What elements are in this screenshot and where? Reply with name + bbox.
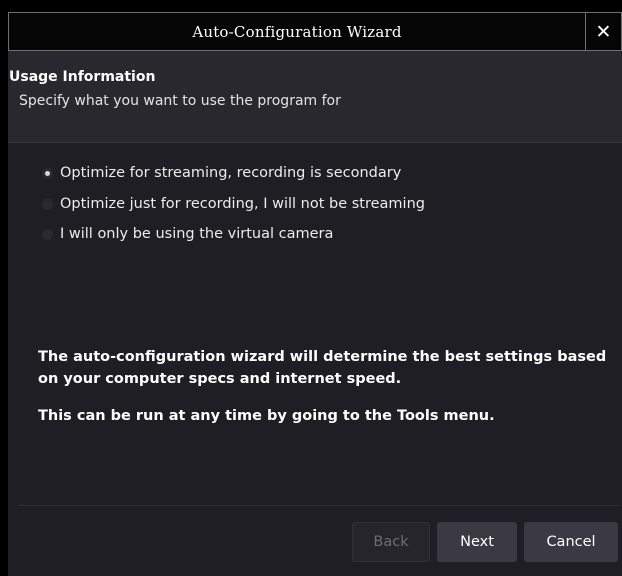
close-icon: ✕	[595, 20, 612, 43]
info-tools-hint: This can be run at any time by going to …	[38, 408, 495, 424]
page-title: Usage Information	[9, 69, 156, 85]
radio-option-recording[interactable]: Optimize just for recording, I will not …	[42, 193, 425, 215]
radio-label[interactable]: Optimize for streaming, recording is sec…	[60, 165, 401, 181]
info-description: The auto-configuration wizard will deter…	[38, 346, 606, 390]
page-subtitle: Specify what you want to use the program…	[19, 93, 341, 109]
window-title: Auto-Configuration Wizard	[192, 22, 402, 41]
header-divider	[8, 142, 622, 143]
info-line: The auto-configuration wizard will deter…	[38, 349, 607, 365]
next-button[interactable]: Next	[437, 522, 517, 562]
footer-divider	[19, 505, 619, 506]
wizard-dialog: Usage Information Specify what you want …	[8, 51, 622, 576]
radio-option-virtual-camera[interactable]: I will only be using the virtual camera	[42, 223, 333, 245]
radio-button[interactable]	[42, 198, 53, 210]
radio-label[interactable]: I will only be using the virtual camera	[60, 226, 333, 242]
radio-button[interactable]	[42, 228, 53, 240]
radio-button-checked[interactable]	[42, 167, 53, 179]
radio-label[interactable]: Optimize just for recording, I will not …	[60, 196, 425, 212]
info-line: on your computer specs and internet spee…	[38, 371, 402, 387]
radio-option-streaming[interactable]: Optimize for streaming, recording is sec…	[42, 162, 401, 184]
back-button[interactable]: Back	[352, 522, 430, 562]
cancel-button[interactable]: Cancel	[524, 522, 618, 562]
close-button[interactable]: ✕	[586, 12, 622, 51]
wizard-header: Usage Information Specify what you want …	[8, 51, 622, 143]
window-title-area[interactable]: Auto-Configuration Wizard	[8, 12, 586, 51]
